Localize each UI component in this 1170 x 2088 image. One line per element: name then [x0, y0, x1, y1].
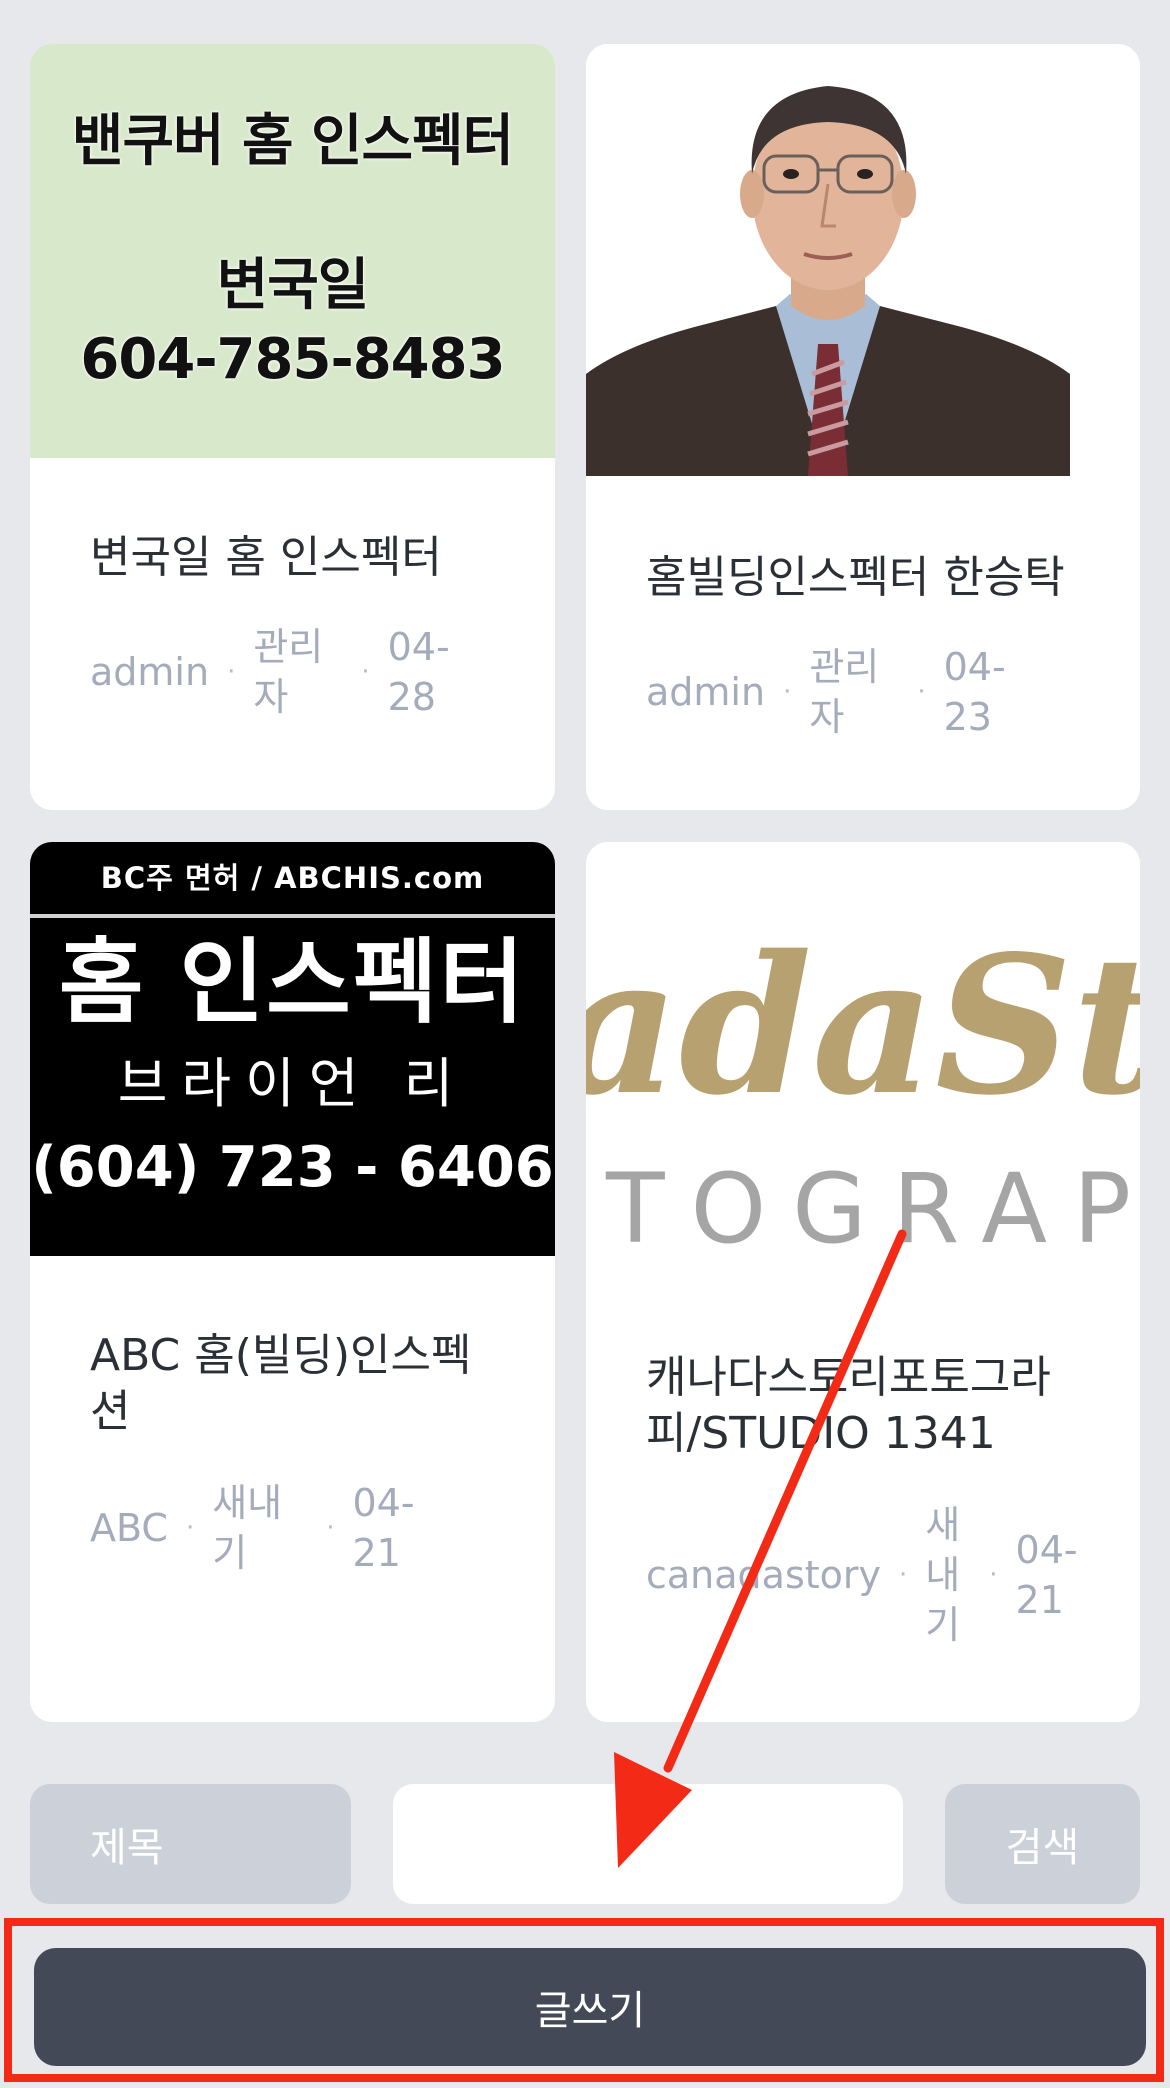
post-card-1[interactable]: 밴쿠버 홈 인스펙터 변국일 604-785-8483 변국일 홈 인스펙터 a…: [30, 44, 555, 810]
post-author: canadastory: [646, 1553, 882, 1597]
post-category: 관리자: [809, 645, 880, 739]
post-date: 04-21: [352, 1481, 415, 1575]
post-title[interactable]: 변국일 홈 인스펙터: [90, 530, 510, 586]
post-thumbnail-3[interactable]: BC주 면허 / ABCHIS.com 홈 인스펙터 브라이언 리 (604) …: [30, 842, 555, 1256]
post-thumbnail-2[interactable]: [586, 44, 1070, 476]
post-category: 새내기: [925, 1503, 961, 1647]
post-meta: ABC · 새내기 · 04-21: [90, 1478, 422, 1578]
meta-separator: ·: [917, 677, 926, 707]
post-date: 04-21: [1015, 1528, 1078, 1622]
studio-logo: adaSt TOGRAP: [586, 842, 1140, 1256]
thumb-phone: (604) 723 - 6406: [31, 1135, 554, 1200]
meta-separator: ·: [227, 657, 236, 687]
portrait-photo: [586, 44, 1070, 476]
highlight-box: 글쓰기: [4, 1918, 1164, 2082]
logo-script-text: adaSt: [586, 914, 1140, 1137]
thumb-top-text: BC주 면허 / ABCHIS.com: [30, 842, 555, 918]
post-title[interactable]: 홈빌딩인스펙터 한승탁: [646, 550, 1106, 606]
search-field-select[interactable]: 제목: [30, 1784, 351, 1904]
post-thumbnail-1[interactable]: 밴쿠버 홈 인스펙터 변국일 604-785-8483: [30, 44, 555, 458]
post-meta: admin · 관리자 · 04-28: [90, 622, 458, 722]
thumb-line: 변국일: [216, 253, 370, 318]
meta-separator: ·: [989, 1560, 998, 1590]
thumb-line: 밴쿠버 홈 인스펙터: [71, 109, 514, 174]
post-author: admin: [90, 650, 210, 694]
search-input[interactable]: [393, 1784, 903, 1904]
search-button[interactable]: 검색: [945, 1784, 1140, 1904]
meta-separator: ·: [361, 657, 370, 687]
meta-separator: ·: [185, 1513, 195, 1543]
post-title[interactable]: ABC 홈(빌딩)인스펙션: [90, 1328, 490, 1440]
logo-caps-text: TOGRAP: [605, 1153, 1140, 1256]
thumb-headline: 홈 인스펙터: [58, 929, 527, 1036]
search-field-label: 제목: [90, 1825, 164, 1871]
post-date: 04-28: [387, 625, 450, 719]
write-button[interactable]: 글쓰기: [34, 1948, 1146, 2066]
meta-separator: ·: [326, 1513, 335, 1543]
thumb-name: 브라이언 리: [117, 1052, 468, 1115]
post-card-2[interactable]: 홈빌딩인스펙터 한승탁 admin · 관리자 · 04-23: [586, 44, 1140, 810]
post-category: 새내기: [212, 1481, 283, 1575]
post-meta: canadastory · 새내기 · 04-21: [646, 1500, 1086, 1650]
post-meta: admin · 관리자 · 04-23: [646, 642, 1014, 742]
post-thumbnail-4[interactable]: adaSt TOGRAP: [586, 842, 1140, 1256]
post-author: ABC: [90, 1506, 168, 1550]
meta-separator: ·: [783, 677, 792, 707]
post-category: 관리자: [253, 625, 324, 719]
write-button-label: 글쓰기: [534, 1988, 646, 2034]
post-title[interactable]: 캐나다스토리포토그라피/STUDIO 1341: [646, 1350, 1086, 1462]
post-card-4[interactable]: adaSt TOGRAP 캐나다스토리포토그라피/STUDIO 1341 can…: [586, 842, 1140, 1722]
post-author: admin: [646, 670, 766, 714]
post-card-3[interactable]: BC주 면허 / ABCHIS.com 홈 인스펙터 브라이언 리 (604) …: [30, 842, 555, 1722]
post-date: 04-23: [943, 645, 1006, 739]
thumb-line: 604-785-8483: [80, 327, 505, 392]
meta-separator: ·: [899, 1560, 908, 1590]
search-button-label: 검색: [1005, 1825, 1080, 1871]
